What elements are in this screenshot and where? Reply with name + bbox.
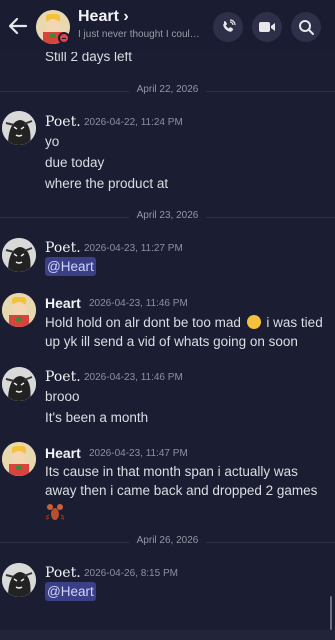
message-author[interactable]: Poet. <box>45 240 81 256</box>
message-timestamp: 2026-04-23, 11:27 PM <box>84 243 183 254</box>
date-divider-label: April 23, 2026 <box>128 210 207 221</box>
back-arrow-icon[interactable] <box>6 14 30 38</box>
message-line: due today <box>45 155 105 170</box>
video-call-icon[interactable] <box>252 12 282 42</box>
phone-call-icon[interactable] <box>213 12 243 42</box>
avatar[interactable] <box>2 238 36 272</box>
message-text: yo due today where the product at <box>45 132 330 193</box>
lobster-sticker-icon <box>45 502 65 522</box>
date-divider-label: April 26, 2026 <box>128 535 207 546</box>
message-timestamp: 2026-04-23, 11:46 PM <box>89 298 188 309</box>
message-line: brooo <box>45 389 80 404</box>
message-author[interactable]: Poet. <box>45 565 81 581</box>
header-username[interactable]: Heart › <box>78 8 129 26</box>
message-text: @Heart <box>45 257 330 276</box>
user-mention[interactable]: @Heart <box>45 257 96 276</box>
avatar[interactable] <box>2 442 36 476</box>
date-divider-label: April 22, 2026 <box>128 84 207 95</box>
composer-edge <box>0 630 335 640</box>
message-timestamp: 2026-04-23, 11:46 PM <box>84 372 183 383</box>
avatar[interactable] <box>2 563 36 597</box>
message-text: brooo It's been a month <box>45 387 330 427</box>
avatar[interactable] <box>2 111 36 145</box>
loudly-crying-face-emoji-icon <box>246 315 261 329</box>
message-author[interactable]: Heart <box>45 295 81 311</box>
message-author[interactable]: Poet. <box>45 369 81 385</box>
message-text: Its cause in that month span i actually … <box>45 464 318 498</box>
date-divider: April 26, 2026 <box>0 535 335 549</box>
date-divider: April 23, 2026 <box>0 210 335 224</box>
search-icon[interactable] <box>291 12 321 42</box>
message-timestamp: 2026-04-22, 11:24 PM <box>84 117 183 128</box>
date-divider: April 22, 2026 <box>0 84 335 98</box>
avatar[interactable] <box>2 367 36 401</box>
message-line: yo <box>45 134 60 149</box>
header-custom-status: I just never thought I could… <box>78 29 204 40</box>
avatar[interactable] <box>2 293 36 327</box>
message-text: @Heart <box>45 582 330 601</box>
do-not-disturb-status-icon <box>58 32 70 44</box>
message-timestamp: 2026-04-26, 8:15 PM <box>84 568 178 579</box>
message-author[interactable]: Poet. <box>45 114 81 130</box>
message-author[interactable]: Heart <box>45 445 81 461</box>
message-line: where the product at <box>45 176 169 191</box>
message-timestamp: 2026-04-23, 11:47 PM <box>89 448 188 459</box>
message-line: It's been a month <box>45 410 149 425</box>
user-mention[interactable]: @Heart <box>45 582 96 601</box>
scrollbar[interactable] <box>330 596 332 630</box>
message-text: Hold hold on alr dont be too mad i was t… <box>45 315 323 349</box>
channel-header: Heart › I just never thought I could… <box>0 0 335 52</box>
